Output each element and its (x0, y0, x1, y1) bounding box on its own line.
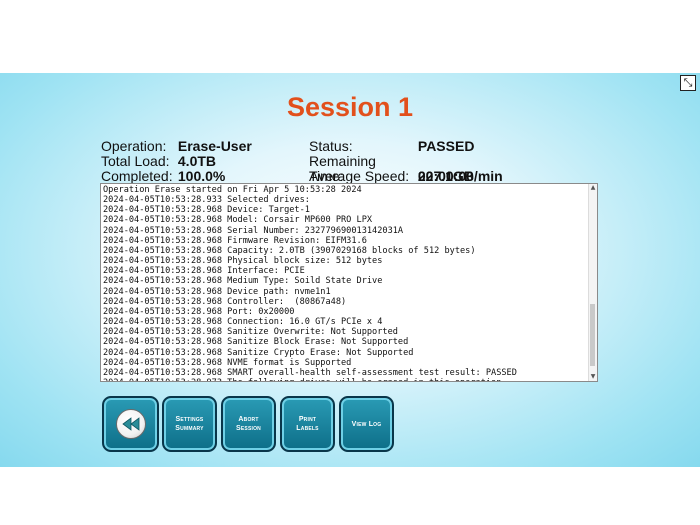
log-line: 2024-04-05T10:53:28.968 Interface: PCIE (103, 266, 305, 277)
log-textarea[interactable]: Operation Erase started on Fri Apr 5 10:… (100, 183, 598, 382)
log-line: 2024-04-05T10:53:28.968 Sanitize Overwri… (103, 327, 398, 338)
page-title: Session 1 (286, 92, 414, 122)
view-log-label: View Log (351, 420, 382, 428)
log-line: 2024-04-05T10:53:28.973 The following dr… (103, 378, 587, 381)
log-line: Operation Erase started on Fri Apr 5 10:… (103, 185, 362, 195)
scroll-thumb[interactable] (590, 304, 595, 366)
status-row: Status: PASSED (309, 139, 503, 154)
remaining-time-row: Remaining Time: 00:00:00 (309, 154, 503, 184)
exit-fullscreen-button[interactable]: ⤡ (680, 75, 696, 91)
session-panel: ⤡ Session 1 Operation: Erase-User Total … (0, 73, 700, 467)
log-line: 2024-04-05T10:53:28.968 Physical block s… (103, 256, 383, 267)
operation-row: Operation: Erase-User (101, 139, 252, 154)
settings-summary-button[interactable]: Settings Summary (162, 396, 217, 452)
rewind-arrows-svg (121, 417, 139, 431)
log-line: 2024-04-05T10:53:28.968 Sanitize Block E… (103, 337, 409, 348)
log-line: 2024-04-05T10:53:28.968 Controller: (808… (103, 296, 347, 307)
print-labels-line2: Labels (296, 425, 319, 432)
operation-label: Operation: (101, 138, 167, 154)
abort-session-button[interactable]: Abort Session (221, 396, 276, 452)
completed-label: Completed: (101, 168, 173, 184)
average-speed-row: Average Speed: 227.1GB/min (309, 169, 503, 184)
average-speed-label: Average Speed: (309, 168, 410, 184)
abort-session-line2: Session (236, 425, 261, 432)
abort-session-line1: Abort (238, 416, 259, 423)
print-labels-line1: Print (298, 416, 317, 423)
log-line: 2024-04-05T10:53:28.968 Firmware Revisio… (103, 235, 367, 246)
scroll-up-arrow-icon[interactable]: ▲ (589, 184, 597, 192)
log-line: 2024-04-05T10:53:28.968 SMART overall-he… (103, 367, 517, 378)
log-line: 2024-04-05T10:53:28.933 Selected drives: (103, 195, 310, 206)
double-rewind-icon (115, 409, 146, 439)
settings-summary-line2: Summary (175, 425, 204, 432)
info-right-column: Status: PASSED Remaining Time: 00:00:00 … (309, 139, 503, 184)
operation-value: Erase-User (177, 138, 252, 154)
log-line: 2024-04-05T10:53:28.968 Model: Corsair M… (103, 215, 373, 226)
total-load-label: Total Load: (101, 153, 170, 169)
back-button[interactable] (102, 396, 159, 452)
collapse-arrows-icon: ⤡ (683, 76, 693, 89)
log-line: 2024-04-05T10:53:28.968 NVME format is S… (103, 357, 352, 368)
log-line: 2024-04-05T10:53:28.968 Sanitize Crypto … (103, 347, 414, 358)
log-line: 2024-04-05T10:53:28.968 Port: 0x20000 (103, 306, 295, 317)
total-load-value: 4.0TB (177, 153, 217, 169)
log-content: Operation Erase started on Fri Apr 5 10:… (103, 185, 587, 381)
log-line: 2024-04-05T10:53:28.968 Serial Number: 2… (103, 225, 404, 236)
log-line: 2024-04-05T10:53:28.968 Medium Type: Soi… (103, 276, 383, 287)
log-line: 2024-04-05T10:53:28.968 Capacity: 2.0TB … (103, 245, 476, 256)
log-line: 2024-04-05T10:53:28.968 Connection: 16.0… (103, 317, 383, 328)
status-label: Status: (309, 138, 353, 154)
completed-row: Completed: 100.0% (101, 169, 252, 184)
print-labels-button[interactable]: Print Labels (280, 396, 335, 452)
scroll-down-arrow-icon[interactable]: ▼ (589, 373, 597, 381)
log-line: 2024-04-05T10:53:28.968 Device: Target-1 (103, 205, 310, 216)
info-left-column: Operation: Erase-User Total Load: 4.0TB … (101, 139, 252, 184)
average-speed-value: 227.1GB/min (417, 168, 503, 184)
view-log-button[interactable]: View Log (339, 396, 394, 452)
total-load-row: Total Load: 4.0TB (101, 154, 252, 169)
log-line: 2024-04-05T10:53:28.968 Device path: nvm… (103, 286, 331, 297)
log-scrollbar[interactable]: ▲ ▼ (588, 184, 597, 381)
settings-summary-line1: Settings (175, 416, 204, 423)
status-value: PASSED (417, 138, 475, 154)
completed-value: 100.0% (177, 168, 226, 184)
